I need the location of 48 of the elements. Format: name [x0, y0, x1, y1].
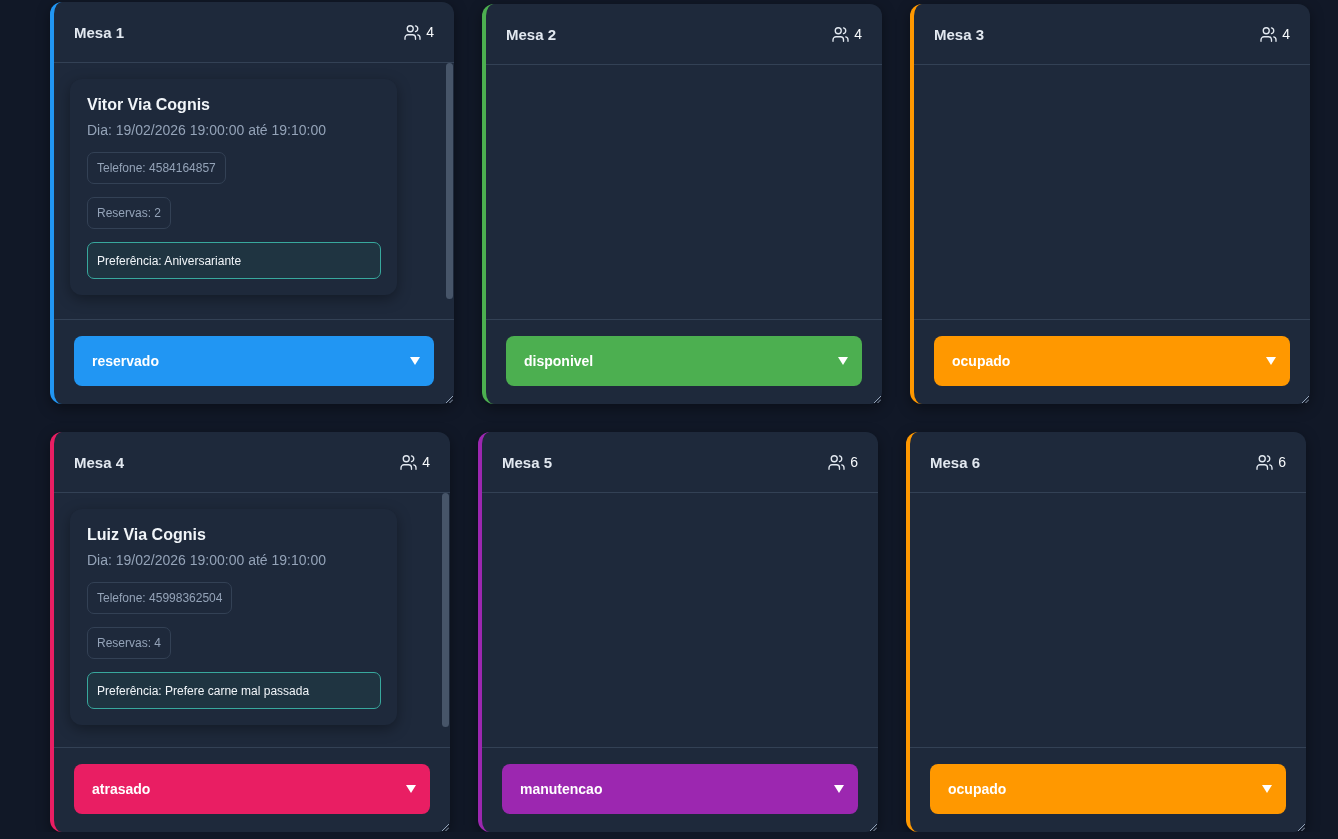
reservation-date: Dia: 19/02/2026 19:00:00 até 19:10:00: [87, 121, 327, 139]
table-name: Mesa 5: [502, 453, 553, 471]
users-icon: [828, 454, 846, 470]
guest-name: Vitor Via Cognis: [87, 95, 211, 115]
status-dropdown[interactable]: manutencao: [502, 764, 858, 814]
reservation-count-tag: Reservas: 4: [87, 627, 172, 659]
caret-icon: [406, 785, 416, 793]
preference-tag: Preferência: Aniversariante: [87, 242, 381, 279]
table-name: Mesa 3: [934, 25, 985, 43]
guest-name: Luiz Via Cognis: [87, 525, 207, 545]
caret-icon: [838, 357, 848, 365]
status-dropdown[interactable]: atrasado: [74, 764, 430, 814]
users-icon: [1256, 454, 1274, 470]
resize-grip-icon[interactable]: [1302, 396, 1309, 403]
table-name: Mesa 6: [930, 453, 981, 471]
users-icon: [404, 24, 422, 40]
caret-icon: [834, 785, 844, 793]
scrollbar-thumb[interactable]: [446, 63, 453, 299]
phone-tag: Telefone: 45998362504: [87, 582, 233, 614]
preference-tag: Preferência: Prefere carne mal passada: [87, 672, 381, 709]
scrollbar-thumb[interactable]: [442, 493, 449, 727]
caret-icon: [1262, 785, 1272, 793]
resize-grip-icon[interactable]: [1298, 824, 1305, 831]
table-name: Mesa 4: [74, 453, 125, 471]
status-dropdown[interactable]: disponivel: [506, 336, 862, 386]
resize-grip-icon[interactable]: [446, 396, 453, 403]
caret-icon: [1266, 357, 1276, 365]
seat-count: 6: [1278, 454, 1286, 470]
resize-grip-icon[interactable]: [442, 824, 449, 831]
users-icon: [832, 26, 850, 42]
table-name: Mesa 1: [74, 23, 125, 41]
status-dropdown[interactable]: ocupado: [930, 764, 1286, 814]
reservation-count-tag: Reservas: 2: [87, 197, 172, 229]
table-name: Mesa 2: [506, 25, 557, 43]
seat-count: 4: [854, 26, 862, 42]
seat-count: 4: [426, 24, 434, 40]
phone-tag: Telefone: 4584164857: [87, 152, 226, 184]
status-dropdown[interactable]: reservado: [74, 336, 434, 386]
seat-count: 4: [422, 454, 430, 470]
resize-grip-icon[interactable]: [870, 824, 877, 831]
resize-grip-icon[interactable]: [874, 396, 881, 403]
reservation-date: Dia: 19/02/2026 19:00:00 até 19:10:00: [87, 551, 327, 569]
seat-count: 4: [1282, 26, 1290, 42]
seat-count: 6: [850, 454, 858, 470]
status-dropdown[interactable]: ocupado: [934, 336, 1290, 386]
users-icon: [400, 454, 418, 470]
caret-icon: [410, 357, 420, 365]
users-icon: [1260, 26, 1278, 42]
